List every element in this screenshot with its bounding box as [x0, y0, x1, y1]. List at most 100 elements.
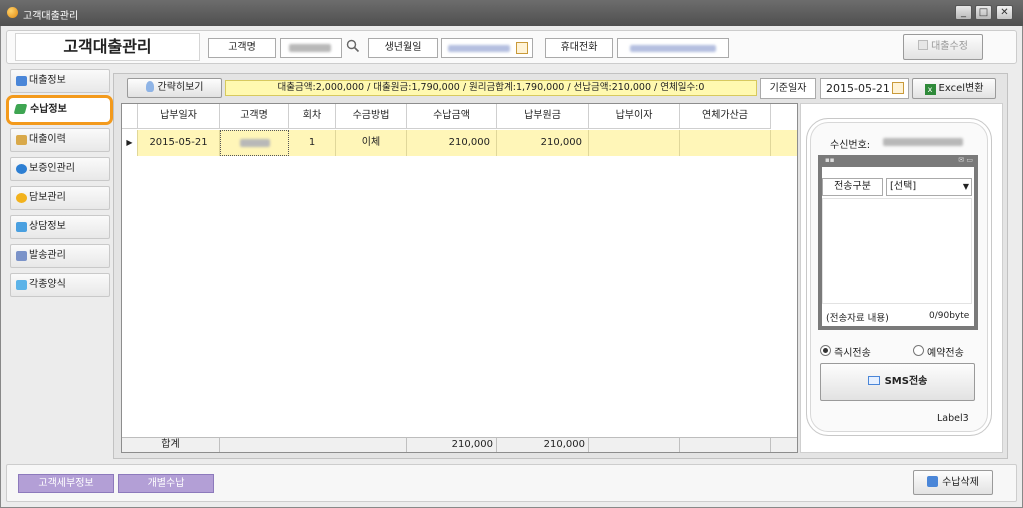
monitor-icon: [16, 76, 27, 86]
mail-icon: [16, 251, 27, 261]
sidebar-item-label: 담보관리: [29, 192, 66, 203]
row-selector-icon[interactable]: ▶: [122, 130, 138, 156]
minimize-button[interactable]: _: [955, 5, 972, 20]
table-cell-interest[interactable]: [589, 130, 680, 156]
birth-date-field[interactable]: [441, 38, 533, 58]
summary-bar: 대출금액:2,000,000 / 대출원금:1,790,000 / 원리금합계:…: [225, 80, 757, 96]
maximize-button[interactable]: □: [975, 5, 992, 20]
sidebar-item-collateral[interactable]: 담보관리: [10, 186, 110, 210]
row-header-corner: [122, 104, 138, 129]
individual-payment-button[interactable]: 개별수납: [118, 474, 214, 493]
signal-icon: ▪▪ ✉ ▭: [825, 156, 973, 164]
sidebar-item-forms[interactable]: 각종양식: [10, 273, 110, 297]
table-cell-principal[interactable]: 210,000: [497, 130, 589, 156]
radio-immediate[interactable]: [820, 345, 831, 356]
mobile-field[interactable]: [617, 38, 729, 58]
sidebar-item-label: 수납정보: [30, 104, 67, 115]
excel-export-button[interactable]: x Excel변환: [912, 78, 996, 99]
sidebar-item-loan-info[interactable]: 대출정보: [10, 69, 110, 93]
send-type-select[interactable]: [선택] ▼: [886, 178, 972, 196]
sidebar-item-label: 대출이력: [29, 134, 66, 145]
label3: Label3: [937, 413, 969, 424]
radio-reserve[interactable]: [913, 345, 924, 356]
customer-name-field[interactable]: [280, 38, 342, 58]
sidebar-item-label: 상담정보: [29, 221, 66, 232]
page-title: 고객대출관리: [15, 33, 200, 61]
customer-name-label: 고객명: [208, 38, 276, 58]
sidebar-item-label: 보증인관리: [29, 163, 75, 174]
loan-edit-label: 대출수정: [931, 41, 968, 52]
loan-edit-button[interactable]: 대출수정: [903, 34, 983, 60]
forms-icon: [16, 280, 27, 290]
edit-icon: [13, 104, 28, 114]
brief-view-label: 간략히보기: [157, 82, 204, 93]
column-header[interactable]: 납부일자: [138, 104, 220, 129]
sidebar-item-loan-history[interactable]: 대출이력: [10, 128, 110, 152]
save-icon: [918, 40, 929, 50]
table-cell-seq[interactable]: 1: [289, 130, 336, 156]
mobile-label: 휴대전화: [545, 38, 613, 58]
table-row-fill: [771, 130, 797, 156]
column-header[interactable]: 납부이자: [589, 104, 680, 129]
column-header[interactable]: 연체가산금: [680, 104, 771, 129]
chat-icon: [16, 222, 27, 232]
base-date-label: 기준일자: [760, 78, 816, 99]
grid-footer-sum-label: 합계: [122, 437, 220, 452]
birth-date-label: 생년월일: [368, 38, 438, 58]
sidebar-item-label: 대출정보: [29, 75, 66, 86]
calendar-icon[interactable]: [516, 42, 528, 54]
chevron-down-icon[interactable]: ▼: [963, 179, 969, 195]
column-header[interactable]: 회차: [289, 104, 336, 129]
send-type-value: [선택]: [890, 181, 917, 192]
delete-payment-label: 수납삭제: [942, 477, 979, 488]
grid-footer-principal: 210,000: [497, 437, 589, 452]
search-icon[interactable]: [346, 39, 360, 53]
table-cell-amount[interactable]: 210,000: [407, 130, 497, 156]
sidebar-item-label: 발송관리: [29, 250, 66, 261]
radio-immediate-label: 즉시전송: [834, 348, 871, 359]
receiver-label: 수신번호:: [830, 140, 871, 151]
send-type-label: 전송구분: [822, 178, 883, 196]
sidebar-item-dispatch[interactable]: 발송관리: [10, 244, 110, 268]
table-cell-method[interactable]: 이체: [336, 130, 407, 156]
sms-content-area[interactable]: [822, 198, 972, 304]
sidebar-item-guarantor[interactable]: 보증인관리: [10, 157, 110, 181]
sidebar: 대출정보 수납정보 대출이력 보증인관리 담보관리 상담정보 발송관리 각종양식: [6, 68, 113, 458]
sidebar-item-label: 각종양식: [29, 279, 66, 290]
app-icon: [7, 7, 18, 18]
calendar-icon[interactable]: [892, 82, 904, 94]
payment-grid: 납부일자 고객명 회차 수금방법 수납금액 납부원금 납부이자 연체가산금 ▶ …: [121, 103, 798, 453]
sidebar-item-payment-info[interactable]: 수납정보: [6, 95, 113, 125]
excel-export-label: Excel변환: [938, 83, 984, 94]
sun-icon: [16, 193, 27, 203]
base-date-value: 2015-05-21: [826, 82, 890, 95]
sms-content-label: (전송자료 내용): [826, 313, 889, 324]
document-icon: [16, 135, 27, 145]
lightbulb-icon: [145, 81, 154, 92]
grid-footer-spacer: [220, 437, 407, 452]
window-titlebar: 고객대출관리 _ □ ✕: [0, 0, 1023, 26]
receiver-number: [883, 138, 963, 149]
grid-footer-amount: 210,000: [407, 437, 497, 452]
column-header[interactable]: 수납금액: [407, 104, 497, 129]
window-title: 고객대출관리: [23, 11, 79, 22]
table-cell-date[interactable]: 2015-05-21: [138, 130, 220, 156]
globe-icon: [16, 164, 27, 174]
delete-payment-button[interactable]: 수납삭제: [913, 470, 993, 495]
close-button[interactable]: ✕: [996, 5, 1013, 20]
table-cell-customer[interactable]: [220, 130, 289, 156]
column-header[interactable]: 납부원금: [497, 104, 589, 129]
sidebar-item-consultation[interactable]: 상담정보: [10, 215, 110, 239]
base-date-field[interactable]: 2015-05-21: [820, 78, 909, 99]
delete-icon: [927, 476, 939, 487]
radio-reserve-label: 예약전송: [927, 348, 964, 359]
grid-footer-interest: [589, 437, 680, 452]
column-header[interactable]: 고객명: [220, 104, 289, 129]
excel-icon: x: [924, 84, 936, 95]
customer-detail-button[interactable]: 고객세부정보: [18, 474, 114, 493]
sms-send-label: SMS전송: [884, 376, 928, 387]
column-header[interactable]: 수금방법: [336, 104, 407, 129]
sms-send-button[interactable]: SMS전송: [820, 363, 975, 401]
brief-view-button[interactable]: 간략히보기: [127, 78, 222, 98]
table-cell-penalty[interactable]: [680, 130, 771, 156]
